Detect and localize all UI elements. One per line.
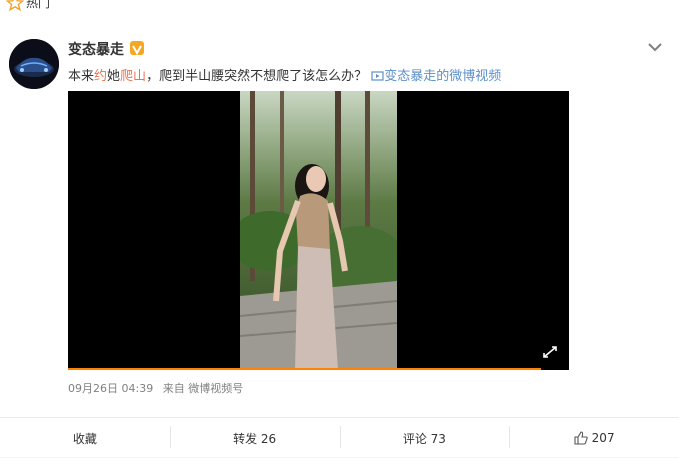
video-progress-bar[interactable]	[68, 368, 541, 370]
video-thumbnail-image	[240, 91, 397, 370]
car-avatar-image	[9, 39, 59, 89]
text-rest: ，爬到半山腰突然不想爬了该怎么办？	[146, 69, 368, 84]
post-time[interactable]: 09月26日 04:39	[68, 382, 153, 395]
favorite-button[interactable]: 收藏	[0, 418, 170, 458]
repost-button[interactable]: 转发 26	[169, 418, 340, 458]
comment-button[interactable]: 评论 73	[339, 418, 510, 458]
favorite-label: 收藏	[72, 431, 97, 446]
username[interactable]: 变态暴走	[68, 39, 124, 59]
chevron-down-icon[interactable]	[646, 40, 664, 54]
thumbs-up-icon	[574, 431, 588, 445]
star-icon	[6, 0, 24, 12]
video-frame	[240, 91, 397, 370]
comment-label: 评论 73	[402, 431, 446, 446]
video-link-text: 变态暴走的微博视频	[384, 69, 502, 84]
action-bar: 收藏 转发 26 评论 73 207	[0, 417, 679, 458]
section-label: 热门	[26, 0, 51, 10]
repost-label: 转发 26	[233, 431, 277, 446]
text-prefix: 本来	[68, 69, 95, 84]
weibo-post-card: 变态暴走 本来约她爬山，爬到半山腰突然不想爬了该怎么办？ 变态暴走的微博视频 0…	[0, 20, 679, 457]
fullscreen-icon[interactable]	[543, 346, 557, 358]
video-link[interactable]: 变态暴走的微博视频	[371, 69, 501, 84]
top-bar: 热门	[0, 0, 679, 21]
avatar[interactable]	[9, 39, 59, 89]
video-link-icon	[371, 71, 384, 81]
text-mid: 她	[107, 69, 121, 84]
like-count: 207	[591, 431, 615, 445]
verified-badge-icon	[130, 41, 144, 56]
topic-link-1[interactable]: 约	[94, 69, 107, 84]
post-source[interactable]: 来自 微博视频号	[163, 382, 244, 395]
video-player[interactable]	[68, 91, 569, 370]
post-text: 本来约她爬山，爬到半山腰突然不想爬了该怎么办？ 变态暴走的微博视频	[68, 65, 501, 84]
topic-link-2[interactable]: 爬山	[120, 69, 146, 84]
like-button[interactable]: 207	[509, 418, 679, 458]
post-meta: 09月26日 04:39 来自 微博视频号	[68, 380, 249, 396]
